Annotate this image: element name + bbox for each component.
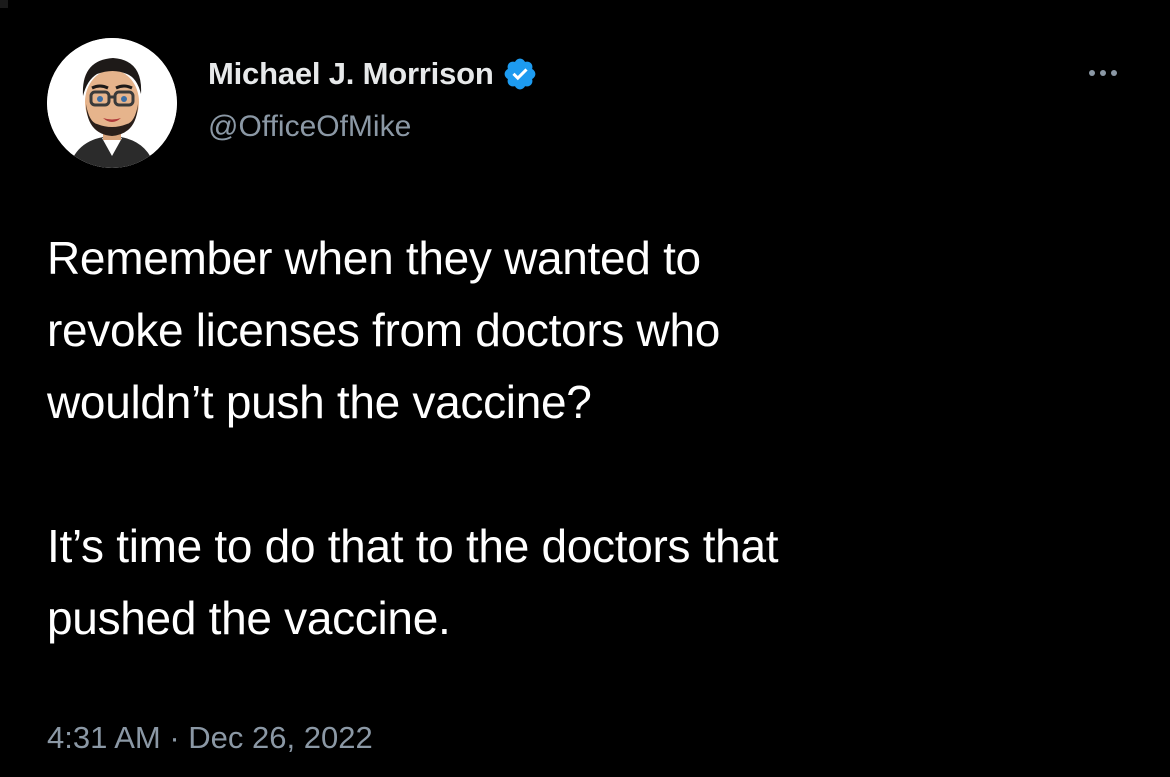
tweet-timestamp[interactable]: 4:31 AM · Dec 26, 2022 — [47, 720, 373, 756]
more-horizontal-icon — [1089, 70, 1095, 76]
avatar[interactable] — [47, 38, 177, 168]
screen-edge — [0, 0, 8, 8]
author-display-name[interactable]: Michael J. Morrison — [208, 56, 494, 92]
bitmoji-avatar-icon — [47, 38, 177, 168]
more-options-button[interactable] — [1078, 58, 1128, 88]
tweet-paragraph-1: Remember when they wanted to revoke lice… — [47, 232, 721, 428]
author-handle[interactable]: @OfficeOfMike — [208, 110, 411, 144]
tweet-paragraph-2: It’s time to do that to the doctors that… — [47, 520, 779, 644]
verified-badge-icon — [502, 56, 538, 92]
tweet-text: Remember when they wanted to revoke lice… — [47, 222, 1137, 654]
more-horizontal-icon — [1111, 70, 1117, 76]
author-name-row: Michael J. Morrison — [208, 56, 538, 92]
tweet: Michael J. Morrison @OfficeOfMike Rememb… — [0, 0, 1170, 777]
more-horizontal-icon — [1100, 70, 1106, 76]
